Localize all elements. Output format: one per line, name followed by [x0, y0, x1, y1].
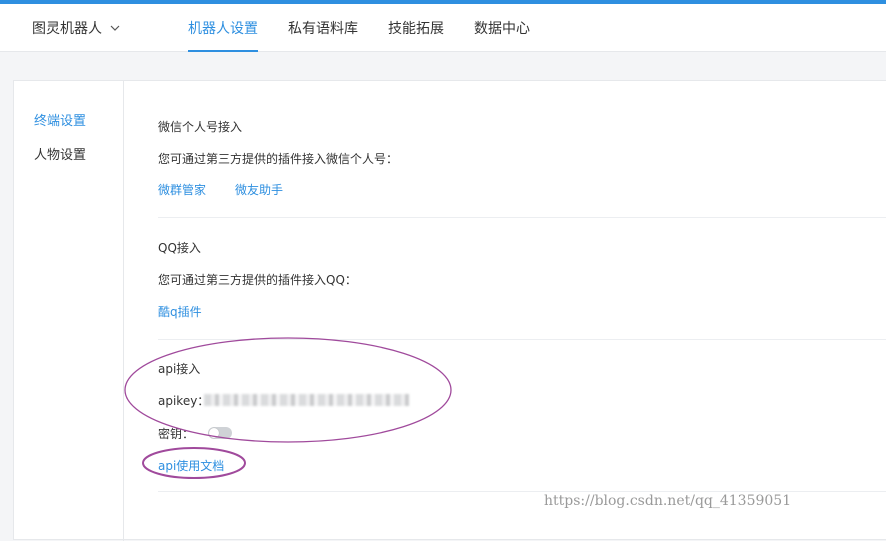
section-divider — [158, 217, 886, 218]
main-tabs: 机器人设置 私有语料库 技能拓展 数据中心 — [188, 4, 560, 52]
qq-section-title: QQ接入 — [158, 241, 201, 255]
secret-label: 密钥： — [158, 427, 195, 441]
qq-plugin-link[interactable]: 酷q插件 — [158, 303, 202, 320]
brand-label: 图灵机器人 — [32, 21, 102, 37]
chevron-down-icon — [110, 25, 120, 31]
settings-card: 终端设置 人物设置 微信个人号接入 您可通过第三方提供的插件接入微信个人号： 微… — [13, 80, 886, 541]
apikey-label: apikey： — [158, 394, 210, 408]
apikey-value-redacted — [204, 394, 409, 406]
settings-sidebar: 终端设置 人物设置 — [14, 81, 124, 541]
toggle-knob — [209, 428, 219, 438]
secret-toggle[interactable] — [208, 427, 232, 439]
tab-data-center[interactable]: 数据中心 — [474, 4, 530, 52]
watermark-text: https://blog.csdn.net/qq_41359051 — [544, 493, 792, 509]
wechat-section-desc: 您可通过第三方提供的插件接入微信个人号： — [158, 152, 399, 166]
section-divider — [158, 491, 886, 492]
section-divider — [158, 339, 886, 340]
wechat-plugin-link-1[interactable]: 微群管家 — [158, 181, 206, 198]
tab-private-corpus[interactable]: 私有语料库 — [288, 4, 358, 52]
brand-dropdown[interactable]: 图灵机器人 — [32, 18, 120, 38]
wechat-plugin-link-2[interactable]: 微友助手 — [235, 181, 283, 198]
api-section-title: api接入 — [158, 362, 201, 376]
sidebar-item-persona-settings[interactable]: 人物设置 — [34, 144, 86, 163]
qq-section-desc: 您可通过第三方提供的插件接入QQ： — [158, 273, 357, 287]
sidebar-item-terminal-settings[interactable]: 终端设置 — [34, 110, 86, 129]
wechat-section-title: 微信个人号接入 — [158, 120, 243, 134]
tab-skill-extension[interactable]: 技能拓展 — [388, 4, 444, 52]
api-doc-link[interactable]: api使用文档 — [158, 457, 224, 474]
tab-robot-settings[interactable]: 机器人设置 — [188, 4, 258, 52]
top-navbar: 图灵机器人 机器人设置 私有语料库 技能拓展 数据中心 — [0, 4, 886, 52]
